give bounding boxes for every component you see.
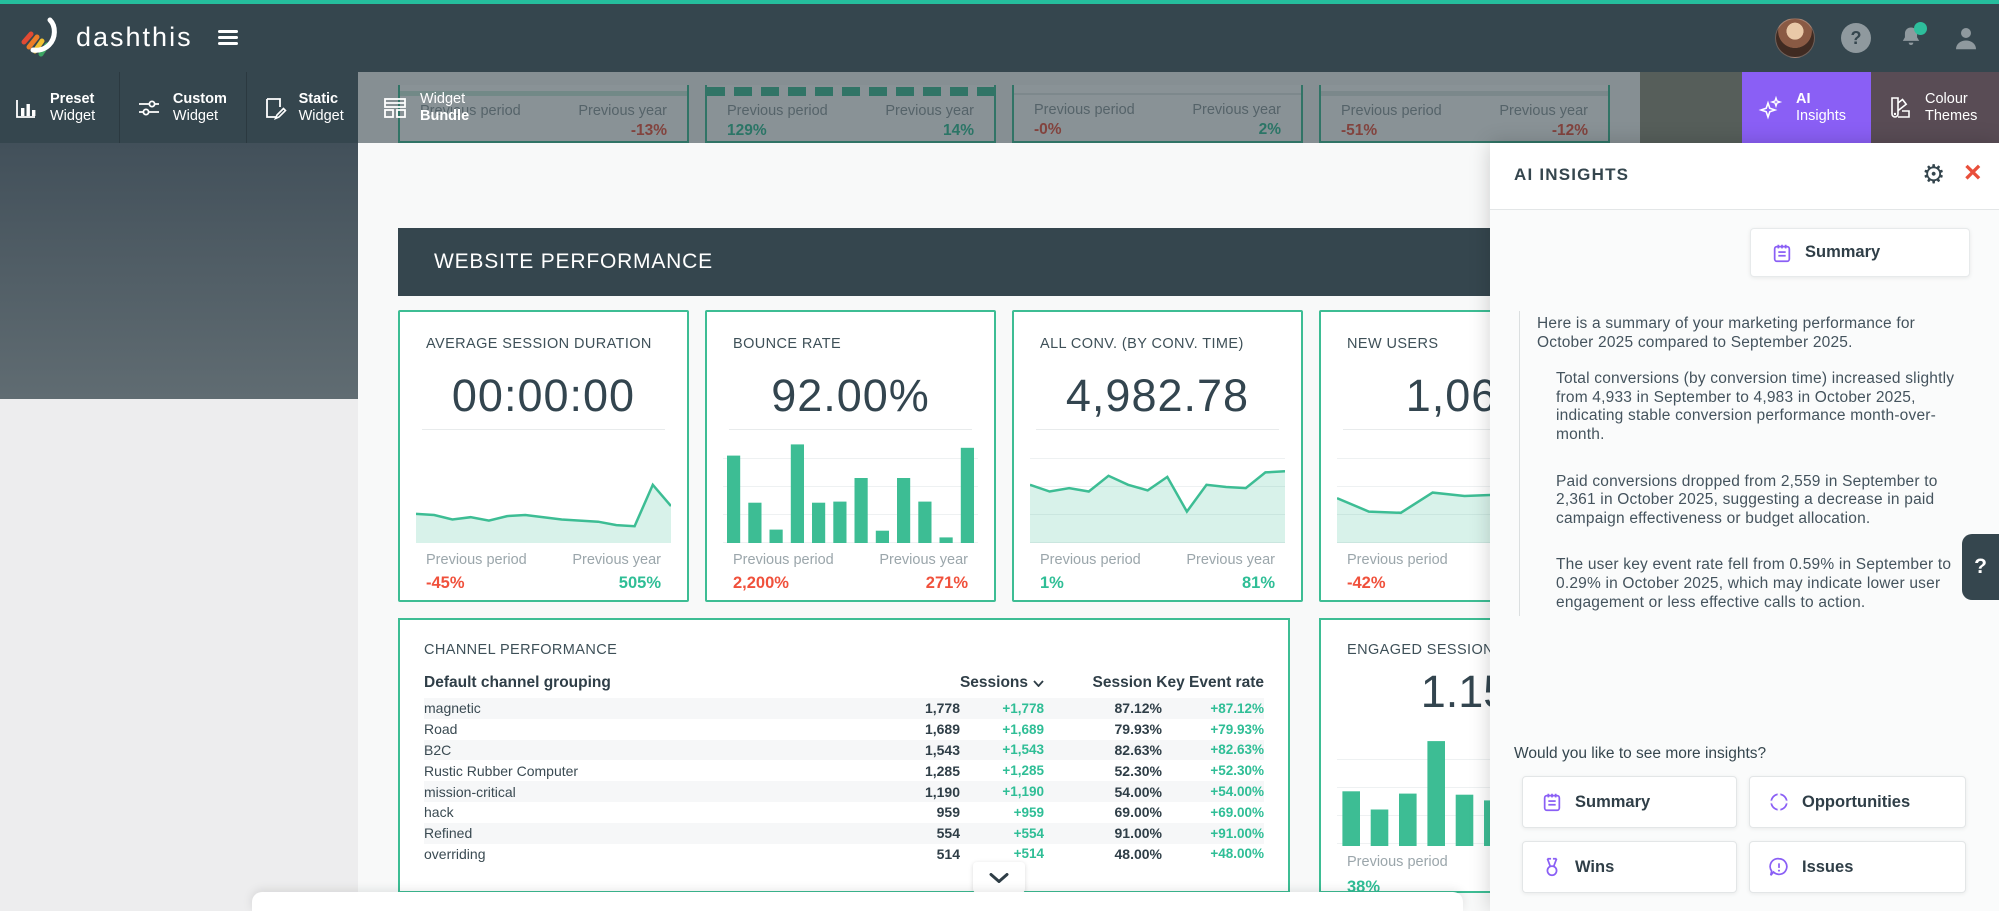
notification-dot — [1914, 22, 1927, 35]
issues-button[interactable]: Issues — [1749, 841, 1966, 893]
channel-performance-widget: CHANNEL PERFORMANCE Default channel grou… — [398, 618, 1290, 893]
kpi-value: 92.00% — [707, 370, 994, 422]
ai-insights-panel: AI INSIGHTS ⚙ × Summary Here is a summar… — [1490, 143, 1999, 911]
app-header: dashthis ? — [0, 4, 1999, 72]
widget-bundle-icon — [382, 95, 408, 121]
expand-table-button[interactable] — [973, 862, 1025, 893]
section-title: WEBSITE PERFORMANCE — [398, 250, 713, 274]
medal-icon — [1541, 856, 1563, 878]
section-header: WEBSITE PERFORMANCE — [398, 228, 1640, 296]
colour-swatch-icon — [1887, 95, 1913, 121]
table-row: B2C1,543+1,54382.63%+82.63% — [424, 740, 1264, 761]
kpi-card-all-conversions: ALL CONV. (BY CONV. TIME) 4,982.78 Previ… — [1012, 310, 1303, 602]
table-row: mission-critical1,190+1,19054.00%+54.00% — [424, 781, 1264, 802]
insight-buttons: Summary Opportunities Wins — [1522, 776, 1966, 893]
kpi-value: 00:00:00 — [400, 370, 687, 422]
dashthis-logo[interactable]: dashthis — [16, 14, 193, 60]
sliders-icon — [137, 96, 161, 120]
sort-chevron-icon — [1033, 680, 1044, 687]
column-header-sessions[interactable]: Sessions — [868, 674, 1044, 692]
table-row: Rustic Rubber Computer1,285+1,28552.30%+… — [424, 760, 1264, 781]
widget-title: CHANNEL PERFORMANCE — [424, 642, 1264, 658]
more-insights-question: Would you like to see more insights? — [1514, 745, 1766, 763]
ai-panel-header: AI INSIGHTS ⚙ × — [1490, 143, 1999, 210]
ai-insights-button[interactable]: AIInsights — [1742, 72, 1871, 143]
notepad-icon — [1771, 242, 1793, 264]
custom-widget-button[interactable]: CustomWidget — [120, 72, 247, 143]
floating-help-tab[interactable]: ? — [1962, 534, 1999, 600]
menu-icon[interactable] — [218, 30, 238, 46]
sparkles-icon — [1758, 95, 1784, 121]
issue-bubble-icon — [1768, 856, 1790, 878]
preset-widget-button[interactable]: PresetWidget — [0, 72, 120, 143]
opportunities-button[interactable]: Opportunities — [1749, 776, 1966, 828]
toolbar-overlay — [358, 72, 1742, 143]
table-row: magnetic1,778+1,77887.12%+87.12% — [424, 698, 1264, 719]
dashthis-hand-icon — [16, 14, 62, 60]
colour-themes-button[interactable]: ColourThemes — [1871, 72, 1999, 143]
left-cover-block — [0, 143, 358, 399]
column-header-channel: Default channel grouping — [424, 674, 868, 692]
sparkline-chart — [416, 431, 671, 543]
kpi-card-average-session-duration: AVERAGE SESSION DURATION 00:00:00 Previo… — [398, 310, 689, 602]
bar-chart-icon — [14, 96, 38, 120]
table-row: hack959+95969.00%+69.00% — [424, 802, 1264, 823]
wins-button[interactable]: Wins — [1522, 841, 1737, 893]
summary-button[interactable]: Summary — [1522, 776, 1737, 828]
note-pencil-icon — [263, 96, 287, 120]
table-body: magnetic1,778+1,77887.12%+87.12%Road1,68… — [424, 698, 1264, 864]
account-icon[interactable] — [1951, 23, 1981, 53]
chevron-down-icon — [989, 873, 1009, 883]
summary-chip[interactable]: Summary — [1750, 228, 1970, 277]
ai-summary-text: Here is a summary of your marketing perf… — [1519, 311, 1971, 616]
table-row: overriding514+51448.00%+48.00% — [424, 844, 1264, 865]
kpi-card-bounce-rate: BOUNCE RATE 92.00% Previous periodPrevio… — [705, 310, 996, 602]
widget-toolbar: PresetWidget CustomWidget StaticWidget — [0, 72, 358, 143]
close-icon[interactable]: × — [1964, 156, 1982, 190]
table-row: Road1,689+1,68979.93%+79.93% — [424, 719, 1264, 740]
settings-gear-icon[interactable]: ⚙ — [1922, 159, 1945, 190]
target-icon — [1768, 791, 1790, 813]
table-row: Refined554+55491.00%+91.00% — [424, 823, 1264, 844]
kpi-value: 4,982.78 — [1014, 370, 1301, 422]
help-icon[interactable]: ? — [1841, 23, 1871, 53]
area-chart — [1030, 431, 1285, 543]
column-header-rate: Session Key Event rate — [1044, 674, 1264, 692]
ai-panel-title: AI INSIGHTS — [1514, 165, 1629, 185]
static-widget-button[interactable]: StaticWidget — [247, 72, 358, 143]
notifications-bell-icon[interactable] — [1897, 24, 1925, 52]
widget-bundle-button[interactable]: WidgetBundle — [382, 72, 562, 143]
avatar[interactable] — [1775, 18, 1815, 58]
dashthis-app: Previous periodPrevious year -13% Previo… — [0, 0, 1999, 911]
bottom-sheet — [252, 892, 1463, 911]
notepad-icon — [1541, 791, 1563, 813]
bar-chart — [723, 431, 978, 543]
